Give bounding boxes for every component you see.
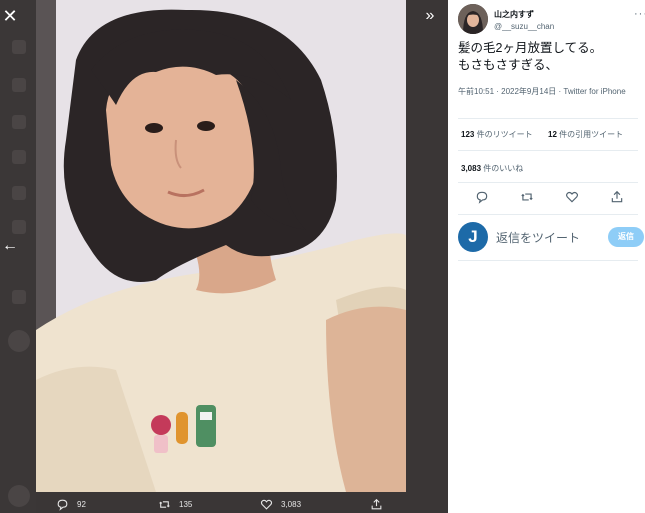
quotes-label: 件の引用ツイート (556, 130, 624, 139)
tweet-timestamp: 午前10:51 · 2022年9月14日 · Twitter for iPhon… (458, 86, 638, 98)
photo-illustration (36, 0, 406, 492)
user-handle[interactable]: @__suzu__chan (494, 22, 554, 31)
photo-share-button[interactable] (370, 496, 383, 512)
display-name[interactable]: 山之内すず (494, 9, 534, 20)
divider (458, 118, 638, 119)
reply-composer: J 返信をツイート 返信 (458, 221, 644, 255)
quotes-stat[interactable]: 12 件の引用ツイート (548, 129, 623, 140)
tweet-photo[interactable] (36, 0, 406, 492)
divider (458, 150, 638, 151)
reply-input[interactable]: 返信をツイート (496, 229, 580, 246)
photo-retweet-button[interactable]: 135 (158, 496, 192, 512)
likes-stat[interactable]: 3,083 件のいいね (461, 163, 523, 174)
photo-action-bar: 92 135 3,083 (36, 492, 448, 513)
tweet-detail-panel: 山之内すず @__suzu__chan ··· 髪の毛2ヶ月放置してる。 もさも… (448, 0, 645, 513)
expand-icon[interactable]: » (420, 4, 440, 28)
tweet-time[interactable]: 午前10:51 · 2022年9月14日 · (458, 87, 563, 96)
retweets-stat[interactable]: 123 件のリツイート (461, 129, 533, 140)
tweet-author: 山之内すず @__suzu__chan ··· (458, 4, 645, 36)
avatar-image (458, 4, 488, 34)
reply-button[interactable]: 返信 (608, 227, 644, 247)
photo-like-button[interactable]: 3,083 (260, 496, 301, 512)
photo-reply-button[interactable]: 92 (56, 496, 86, 512)
divider (458, 260, 638, 261)
avatar: J (458, 222, 488, 252)
background-right (406, 0, 448, 513)
likes-label: 件のいいね (481, 164, 524, 173)
tweet-source[interactable]: Twitter for iPhone (563, 87, 625, 96)
retweets-count: 123 (461, 130, 475, 139)
divider (458, 182, 638, 183)
photo-retweet-count: 135 (179, 499, 193, 509)
tweet-text-line: もさもさすぎる、 (458, 58, 559, 72)
avatar[interactable] (458, 4, 488, 34)
like-icon[interactable] (565, 190, 579, 204)
like-icon (260, 499, 273, 510)
background-icon (12, 186, 26, 200)
retweets-label: 件のリツイート (474, 130, 533, 139)
reply-icon[interactable] (475, 190, 489, 204)
background-icon (12, 115, 26, 129)
reply-icon (57, 499, 68, 511)
background-icon (12, 290, 26, 304)
close-icon[interactable]: ✕ (0, 4, 20, 28)
retweet-icon[interactable] (520, 190, 534, 204)
tweet-text: 髪の毛2ヶ月放置してる。 もさもさすぎる、 (458, 40, 640, 74)
back-arrow-icon[interactable]: ← (0, 236, 20, 256)
retweet-icon (159, 500, 170, 508)
share-icon[interactable] (610, 190, 624, 204)
divider (458, 214, 638, 215)
photo-reply-count: 92 (77, 499, 86, 509)
background-icon (12, 78, 26, 92)
background-avatar (8, 485, 30, 507)
background-icon (12, 150, 26, 164)
more-icon[interactable]: ··· (634, 8, 645, 20)
tweet-text-line: 髪の毛2ヶ月放置してる。 (458, 41, 603, 55)
likes-count: 3,083 (461, 164, 482, 173)
tweet-actions (458, 186, 638, 210)
background-icon (12, 40, 26, 54)
photo-like-count: 3,083 (281, 499, 302, 509)
background-sidebar (0, 0, 36, 513)
share-icon (371, 498, 382, 509)
background-icon (12, 220, 26, 234)
background-avatar (8, 330, 30, 352)
quotes-count: 12 (548, 130, 557, 139)
